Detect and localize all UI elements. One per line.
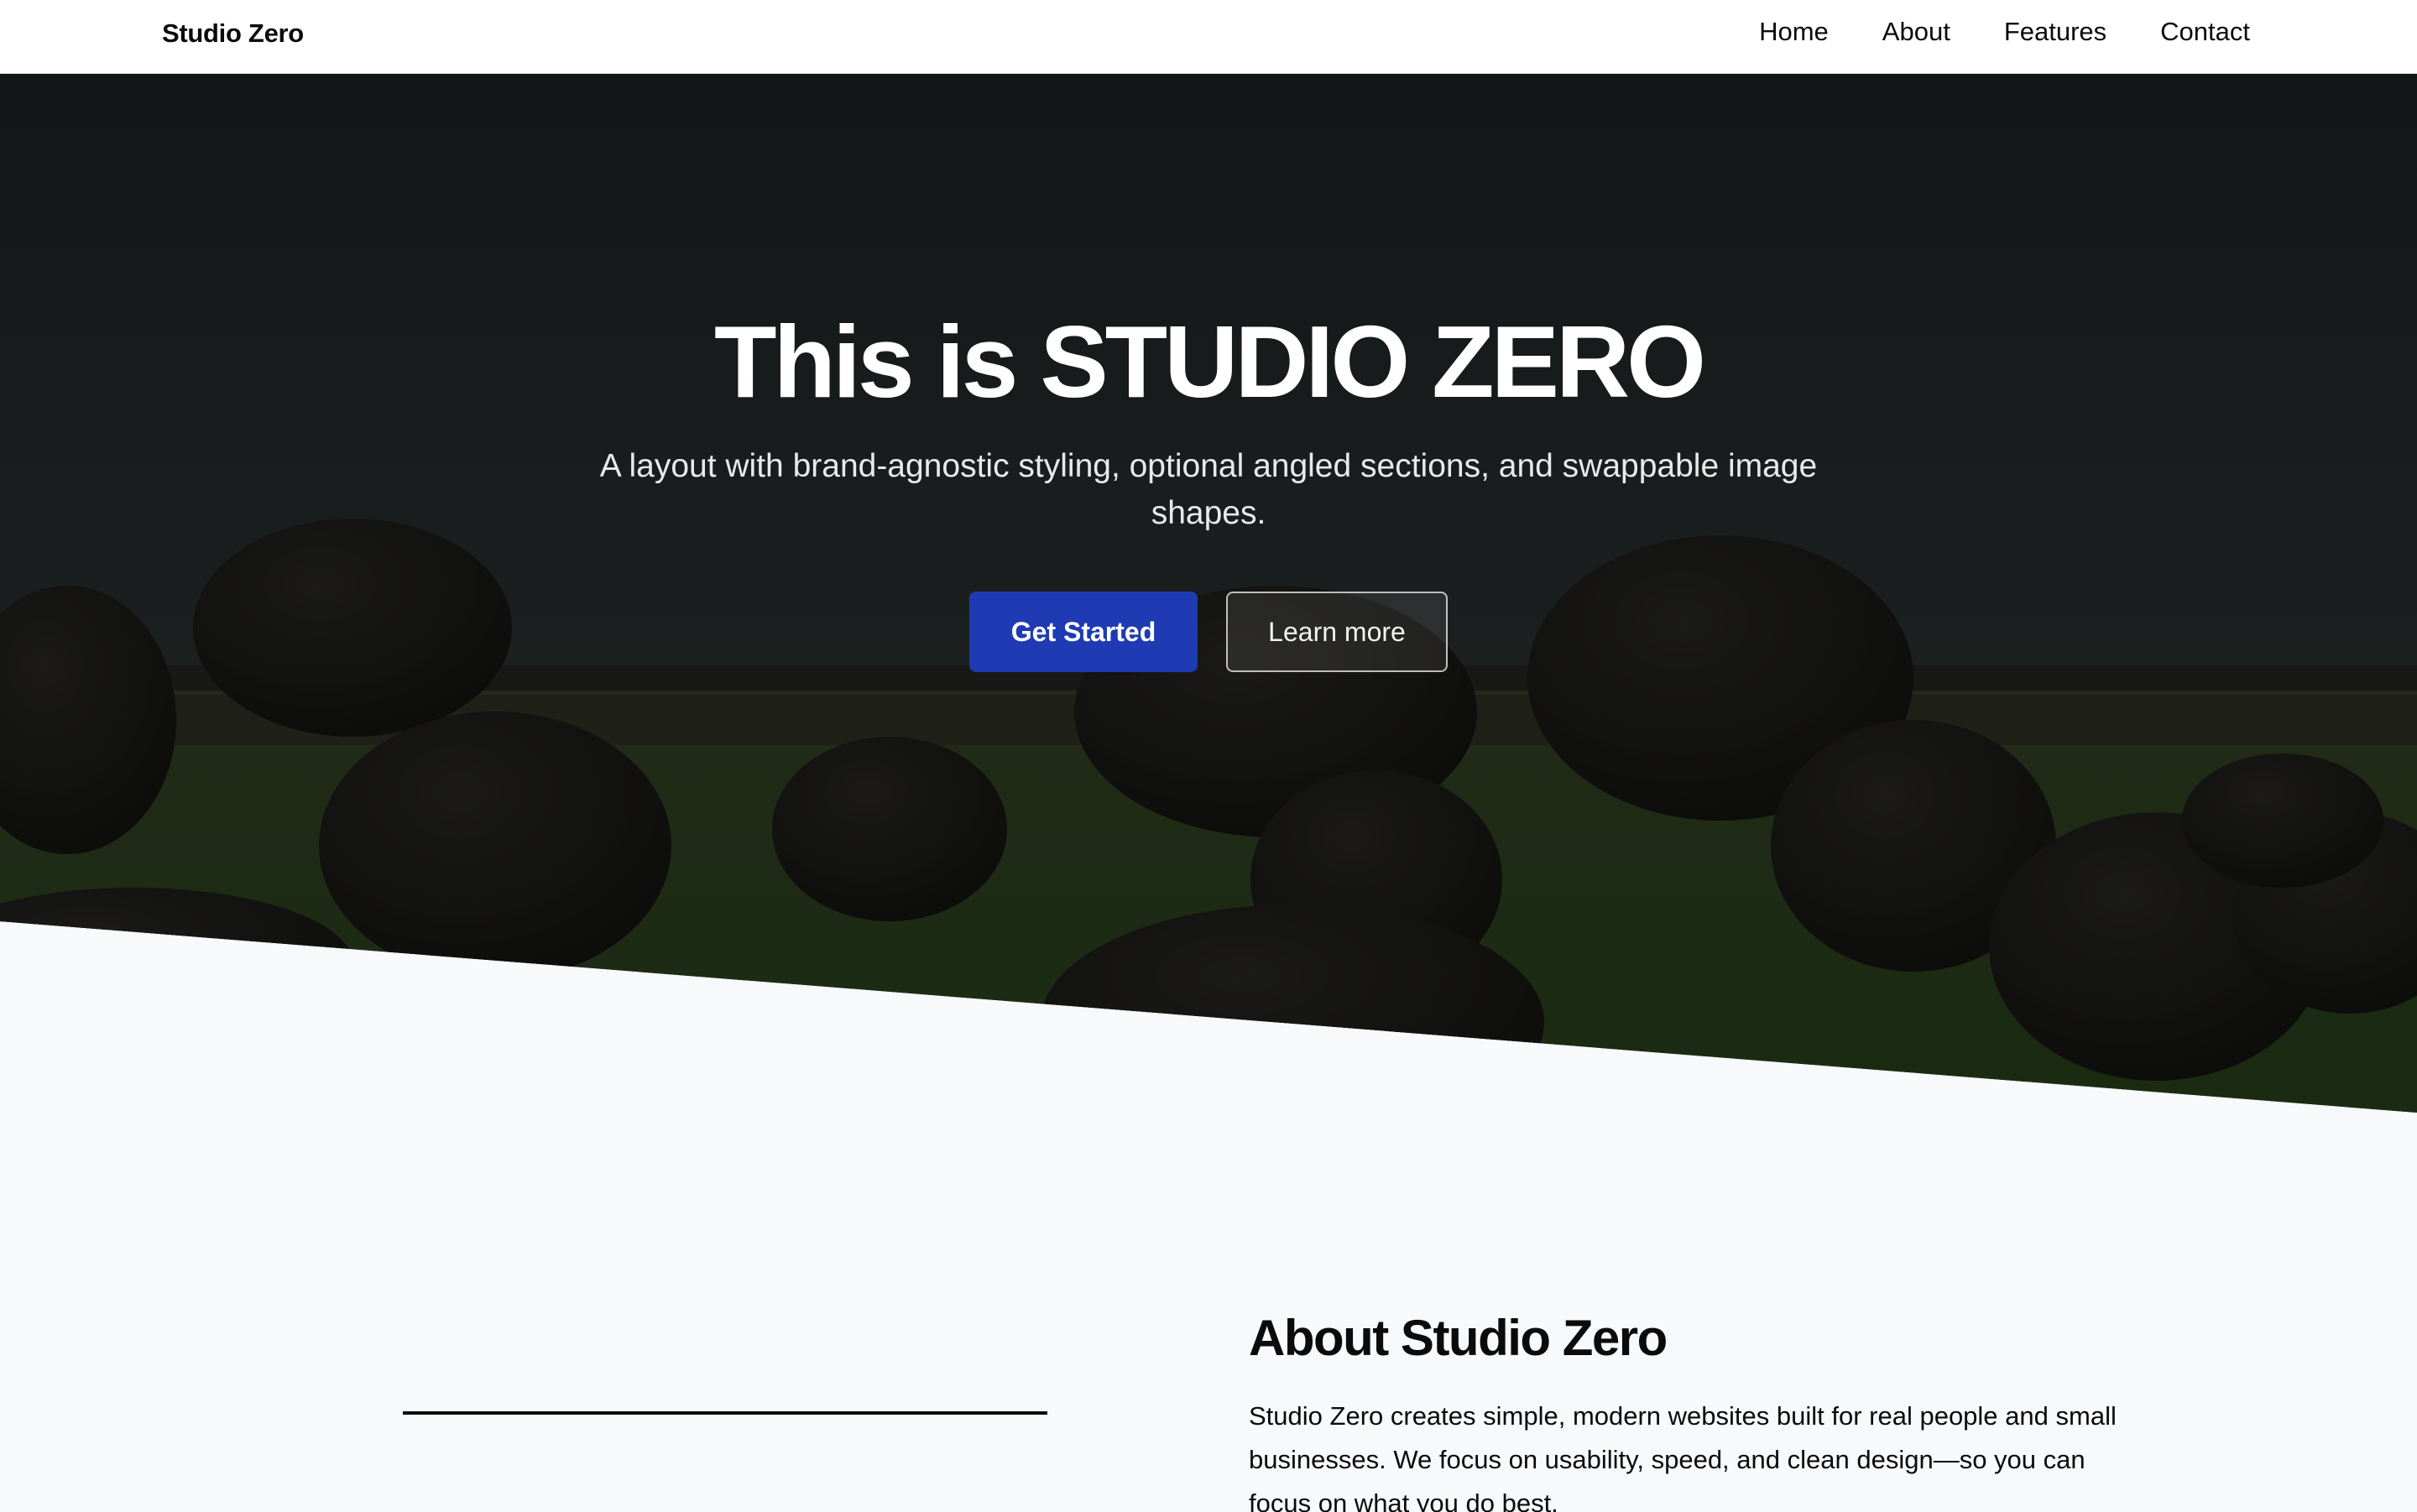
- nav-link-contact[interactable]: Contact: [2160, 17, 2250, 47]
- nav-link-about[interactable]: About: [1882, 17, 1950, 47]
- hero-buttons: Get Started Learn more: [0, 592, 2417, 672]
- hero-subtitle: A layout with brand-agnostic styling, op…: [599, 448, 1818, 531]
- top-navbar: Studio Zero Home About Features Contact: [0, 0, 2417, 74]
- get-started-button[interactable]: Get Started: [969, 592, 1198, 672]
- hero-section: This is STUDIO ZERO A layout with brand-…: [0, 74, 2417, 1113]
- about-divider: [403, 1411, 1047, 1415]
- hero-title: This is STUDIO ZERO: [713, 305, 1706, 419]
- nav-link-features[interactable]: Features: [2004, 17, 2106, 47]
- brand-logo[interactable]: Studio Zero: [162, 18, 304, 49]
- about-text: Studio Zero creates simple, modern websi…: [1249, 1401, 2117, 1512]
- nav-link-home[interactable]: Home: [1759, 17, 1829, 47]
- learn-more-button[interactable]: Learn more: [1226, 592, 1448, 672]
- about-title: About Studio Zero: [1249, 1310, 1668, 1366]
- nav-links: Home About Features Contact: [1759, 17, 2250, 47]
